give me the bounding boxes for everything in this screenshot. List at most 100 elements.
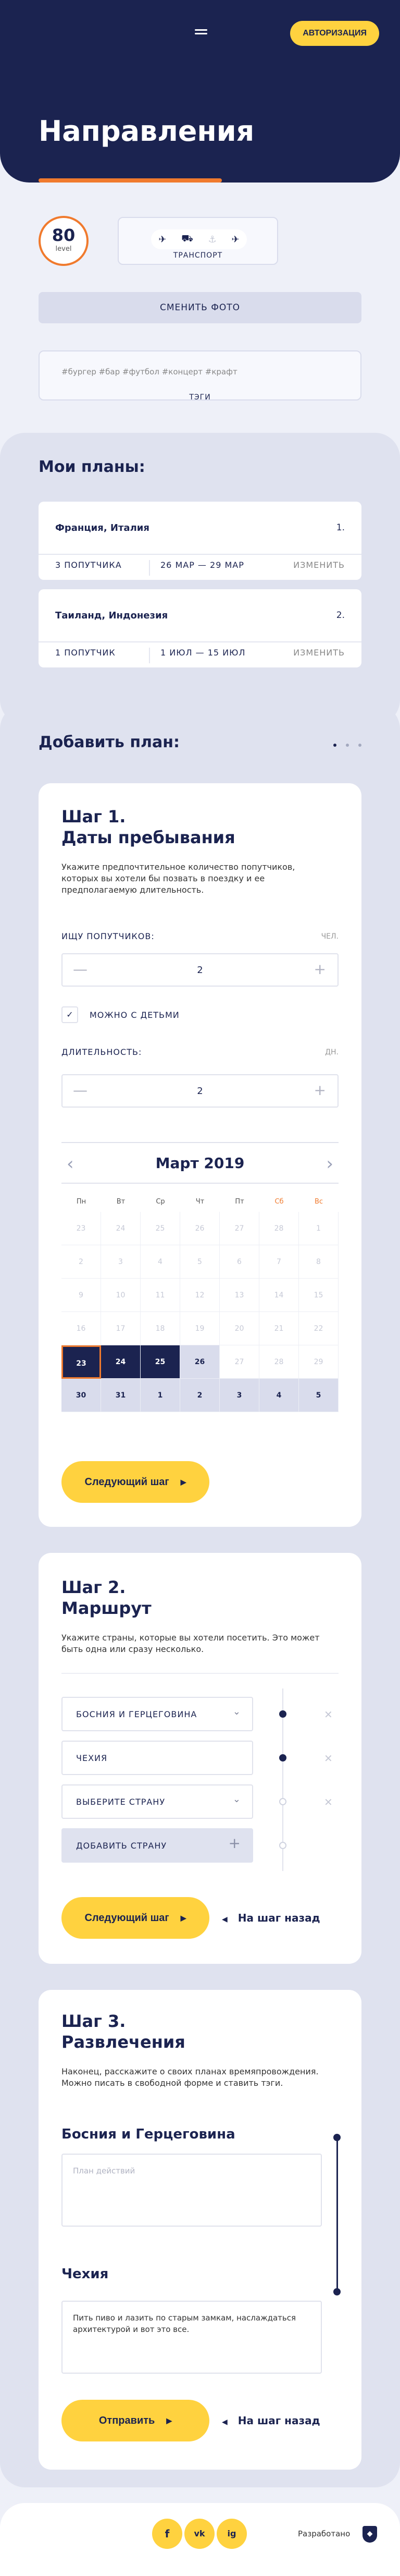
step-2-back-link[interactable]: ◀ На шаг назад <box>222 1912 320 1924</box>
calendar-day[interactable]: 16 <box>61 1312 101 1345</box>
plane-icon[interactable]: ✈ <box>158 234 166 245</box>
walk-icon[interactable]: ✈ <box>232 234 240 245</box>
calendar-day[interactable]: 1 <box>299 1212 339 1245</box>
check-icon[interactable]: ✓ <box>61 1006 78 1023</box>
dot[interactable] <box>358 744 361 747</box>
calendar-day[interactable]: 14 <box>259 1279 299 1312</box>
step-2-next-button[interactable]: Следующий шаг ▶ <box>61 1897 209 1939</box>
dot[interactable] <box>333 744 336 747</box>
step-number: Шаг 3. <box>61 2011 126 2031</box>
country-select[interactable]: ВЫБЕРИТЕ СТРАНУ ⌄ <box>61 1784 253 1819</box>
calendar-day[interactable]: 11 <box>141 1279 180 1312</box>
calendar-day[interactable]: 2 <box>61 1245 101 1279</box>
calendar-day[interactable]: 4 <box>141 1245 180 1279</box>
calendar-day[interactable]: 24 <box>101 1212 141 1245</box>
calendar-day[interactable]: 13 <box>220 1279 259 1312</box>
plan-card[interactable]: Таиланд, Индонезия 2. 1 ПОПУТЧИК 1 ИЮЛ —… <box>39 589 361 667</box>
step-3-description: Наконец, расскажите о своих планах время… <box>61 2067 319 2088</box>
level-value: 80 <box>52 225 76 245</box>
duration-unit: ДН. <box>325 1048 339 1056</box>
timeline-dot <box>333 2134 341 2141</box>
step-1-next-button[interactable]: Следующий шаг ▶ <box>61 1461 209 1503</box>
plan-card[interactable]: Франция, Италия 1. 3 ПОПУТЧИКА 26 МАР — … <box>39 502 361 580</box>
activities-textarea[interactable]: Пить пиво и лазить по старым замкам, нас… <box>61 2301 322 2374</box>
calendar-grid: Пн Вт Ср Чт Пт Сб Вс 23 24 25 26 27 28 1 2 3 4 5 6 7 8 9 10 11 1… <box>61 1192 339 1412</box>
plus-icon[interactable]: + <box>314 1082 326 1099</box>
edit-plan-link[interactable]: ИЗМЕНИТЬ <box>293 560 345 570</box>
car-icon[interactable]: ⛟ <box>181 233 193 246</box>
country-select[interactable]: БОСНИЯ И ГЕРЦЕГОВИНА ⌄ <box>61 1697 253 1731</box>
calendar-day[interactable]: 17 <box>101 1312 141 1345</box>
calendar-day[interactable]: 9 <box>61 1279 101 1312</box>
plan-guests: 1 ПОПУТЧИК <box>55 648 116 658</box>
calendar-day[interactable]: 23 <box>61 1212 101 1245</box>
entertainment-country: Чехия <box>61 2266 109 2282</box>
close-icon[interactable]: ✕ <box>324 1708 333 1721</box>
level-badge: 80 level <box>39 216 89 266</box>
plus-icon[interactable]: + <box>314 961 326 978</box>
step-3-back-link[interactable]: ◀ На шаг назад <box>222 2414 320 2427</box>
auth-button[interactable]: АВТОРИЗАЦИЯ <box>290 21 379 46</box>
companions-stepper[interactable]: — 2 + <box>61 953 339 987</box>
vk-icon[interactable]: vk <box>184 2519 215 2549</box>
menu-icon[interactable] <box>195 29 207 37</box>
calendar-day[interactable]: 19 <box>180 1312 220 1345</box>
calendar-day[interactable]: 25 <box>141 1345 180 1379</box>
developer-logo-icon[interactable]: ◆ <box>362 2526 377 2543</box>
route-dot <box>279 1842 286 1849</box>
plan-number: 2. <box>336 610 345 621</box>
calendar-day[interactable]: 27 <box>220 1345 259 1379</box>
submit-button[interactable]: Отправить ▶ <box>61 2400 209 2441</box>
chevron-right-icon[interactable]: › <box>326 1153 333 1174</box>
step-name: Даты пребывания <box>61 828 235 847</box>
plan-guests: 3 ПОПУТЧИКА <box>55 560 122 570</box>
calendar-day[interactable]: 20 <box>220 1312 259 1345</box>
calendar-day[interactable]: 10 <box>101 1279 141 1312</box>
calendar-day[interactable]: 5 <box>299 1379 339 1412</box>
calendar-day[interactable]: 26 <box>180 1345 220 1379</box>
calendar-day[interactable]: 3 <box>101 1245 141 1279</box>
calendar-day[interactable]: 22 <box>299 1312 339 1345</box>
calendar-day[interactable]: 28 <box>259 1345 299 1379</box>
calendar-day[interactable]: 30 <box>61 1379 101 1412</box>
country-select[interactable]: ЧЕХИЯ <box>61 1741 253 1775</box>
divider <box>61 1673 339 1674</box>
add-country-button[interactable]: ДОБАВИТЬ СТРАНУ + <box>61 1828 253 1863</box>
calendar-day[interactable]: 25 <box>141 1212 180 1245</box>
calendar-day[interactable]: 12 <box>180 1279 220 1312</box>
calendar-day[interactable]: 31 <box>101 1379 141 1412</box>
timeline-line <box>336 2136 338 2292</box>
calendar-day[interactable]: 26 <box>180 1212 220 1245</box>
close-icon[interactable]: ✕ <box>324 1752 333 1765</box>
duration-stepper[interactable]: — 2 + <box>61 1074 339 1108</box>
step-2-description: Укажите страны, которые вы хотели посети… <box>61 1633 320 1654</box>
calendar-day[interactable]: 28 <box>259 1212 299 1245</box>
calendar-day[interactable]: 3 <box>220 1379 259 1412</box>
calendar-day[interactable]: 8 <box>299 1245 339 1279</box>
calendar-day[interactable]: 18 <box>141 1312 180 1345</box>
close-icon[interactable]: ✕ <box>324 1796 333 1808</box>
calendar-day[interactable]: 2 <box>180 1379 220 1412</box>
change-photo-button[interactable]: СМЕНИТЬ ФОТО <box>39 292 361 323</box>
calendar-day[interactable]: 4 <box>259 1379 299 1412</box>
calendar-day[interactable]: 1 <box>141 1379 180 1412</box>
plan-number: 1. <box>336 523 345 533</box>
facebook-icon[interactable]: f <box>152 2519 182 2549</box>
kids-checkbox[interactable]: ✓ МОЖНО С ДЕТЬМИ <box>61 1004 180 1025</box>
ship-icon[interactable]: ⚓ <box>208 234 217 245</box>
calendar-day[interactable]: 24 <box>101 1345 141 1379</box>
calendar-day[interactable]: 27 <box>220 1212 259 1245</box>
tags-field[interactable]: #бургер #бар #футбол #концерт #крафт ТЭГ… <box>39 350 361 402</box>
calendar-day[interactable]: 6 <box>220 1245 259 1279</box>
edit-plan-link[interactable]: ИЗМЕНИТЬ <box>293 648 345 658</box>
instagram-icon[interactable]: ig <box>217 2519 247 2549</box>
activities-textarea[interactable]: План действий <box>61 2154 322 2227</box>
chevron-down-icon: ⌄ <box>232 1794 241 1805</box>
calendar-day[interactable]: 15 <box>299 1279 339 1312</box>
dot[interactable] <box>346 744 349 747</box>
calendar-day[interactable]: 29 <box>299 1345 339 1379</box>
calendar-day[interactable]: 7 <box>259 1245 299 1279</box>
calendar-day[interactable]: 23 <box>61 1345 101 1379</box>
calendar-day[interactable]: 21 <box>259 1312 299 1345</box>
calendar-day[interactable]: 5 <box>180 1245 220 1279</box>
